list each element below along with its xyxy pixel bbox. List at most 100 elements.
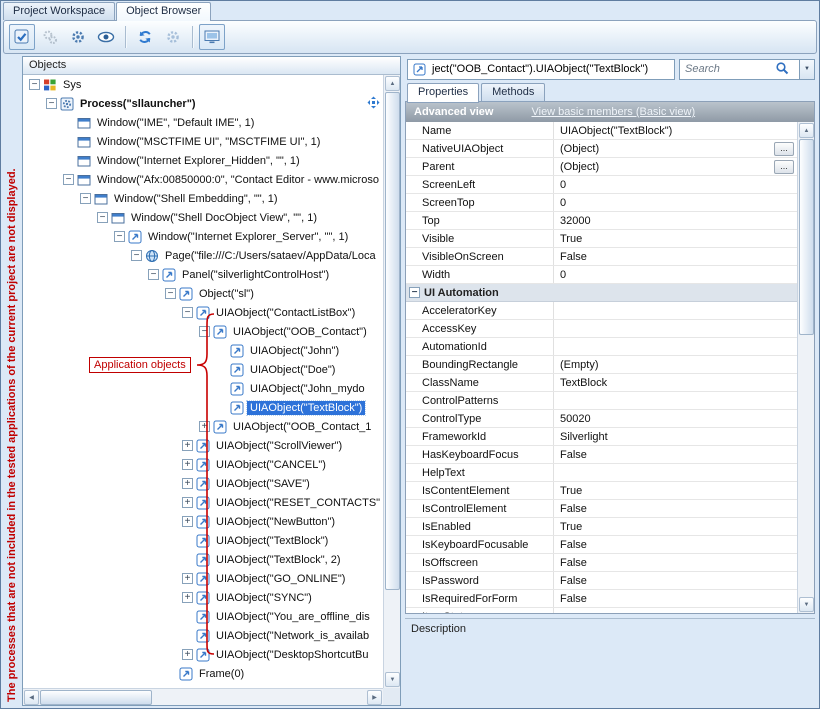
collapse-toggle[interactable]: − <box>182 307 193 318</box>
collapse-toggle[interactable]: − <box>63 174 74 185</box>
tree-horizontal-scrollbar[interactable]: ◀ ▶ <box>23 688 383 705</box>
expand-toggle[interactable]: + <box>182 459 193 470</box>
tab-project-workspace[interactable]: Project Workspace <box>3 2 115 20</box>
tree-node[interactable]: UIAObject("You_are_offline_dis <box>23 607 383 626</box>
refresh-all-button[interactable] <box>132 24 158 50</box>
highlight-object-button[interactable] <box>9 24 35 50</box>
tree-node[interactable]: Window("IME", "Default IME", 1) <box>23 113 383 132</box>
scroll-down-icon[interactable]: ▼ <box>799 597 814 612</box>
property-row[interactable]: ControlPatterns <box>406 392 797 410</box>
tree-node[interactable]: +UIAObject("OOB_Contact_1 <box>23 417 383 436</box>
tree-hscroll-thumb[interactable] <box>40 690 152 705</box>
tree-node[interactable]: +UIAObject("GO_ONLINE") <box>23 569 383 588</box>
tree-node[interactable]: −Sys <box>23 75 383 94</box>
tree-node[interactable]: UIAObject("TextBlock") <box>23 531 383 550</box>
ellipsis-button[interactable]: ... <box>774 142 794 156</box>
expand-toggle[interactable]: + <box>182 649 193 660</box>
property-row[interactable]: NativeUIAObject(Object)... <box>406 140 797 158</box>
collapse-toggle[interactable]: − <box>165 288 176 299</box>
collapse-toggle[interactable]: − <box>114 231 125 242</box>
basic-view-link[interactable]: View basic members (Basic view) <box>531 106 695 118</box>
tree-node[interactable]: −Panel("silverlightControlHost") <box>23 265 383 284</box>
property-row[interactable]: AutomationId <box>406 338 797 356</box>
property-row[interactable]: IsControlElementFalse <box>406 500 797 518</box>
view-object-button[interactable] <box>93 24 119 50</box>
tab-methods[interactable]: Methods <box>481 83 545 102</box>
refresh-process-icon[interactable] <box>367 96 380 112</box>
tree-node[interactable]: −Object("sl") <box>23 284 383 303</box>
property-row[interactable]: AccessKey <box>406 320 797 338</box>
property-row[interactable]: VisibleOnScreenFalse <box>406 248 797 266</box>
property-row[interactable]: ClassNameTextBlock <box>406 374 797 392</box>
property-row[interactable]: IsKeyboardFocusableFalse <box>406 536 797 554</box>
expand-toggle[interactable]: + <box>199 421 210 432</box>
property-row[interactable]: VisibleTrue <box>406 230 797 248</box>
property-row[interactable]: Width0 <box>406 266 797 284</box>
property-row[interactable]: ScreenTop0 <box>406 194 797 212</box>
collapse-toggle[interactable]: − <box>131 250 142 261</box>
tree-node[interactable]: UIAObject("John_mydo <box>23 379 383 398</box>
tree-node[interactable]: +UIAObject("DesktopShortcutBu <box>23 645 383 664</box>
scroll-up-icon[interactable]: ▲ <box>385 76 400 91</box>
expand-toggle[interactable]: + <box>182 516 193 527</box>
ellipsis-button[interactable]: ... <box>774 160 794 174</box>
tree-node[interactable]: UIAObject("TextBlock", 2) <box>23 550 383 569</box>
search-dropdown-button[interactable]: ▼ <box>799 59 815 80</box>
scroll-right-icon[interactable]: ▶ <box>367 690 382 705</box>
tree-node[interactable]: −Window("Shell DocObject View", "", 1) <box>23 208 383 227</box>
tree-node[interactable]: +UIAObject("CANCEL") <box>23 455 383 474</box>
tab-properties[interactable]: Properties <box>407 83 479 103</box>
collapse-toggle[interactable]: − <box>148 269 159 280</box>
expand-toggle[interactable]: + <box>182 573 193 584</box>
collapse-toggle[interactable]: − <box>46 98 57 109</box>
property-row[interactable]: IsEnabledTrue <box>406 518 797 536</box>
property-row[interactable]: HelpText <box>406 464 797 482</box>
tree-node[interactable]: UIAObject("John") <box>23 341 383 360</box>
property-row[interactable]: IsPasswordFalse <box>406 572 797 590</box>
process-options-button[interactable] <box>65 24 91 50</box>
search-icon[interactable] <box>775 61 789 78</box>
property-row[interactable]: BoundingRectangle(Empty) <box>406 356 797 374</box>
property-row[interactable]: Top32000 <box>406 212 797 230</box>
collapse-toggle[interactable]: − <box>29 79 40 90</box>
tree-node[interactable]: UIAObject("Network_is_availab <box>23 626 383 645</box>
tree-vertical-scrollbar[interactable]: ▲ ▼ <box>383 75 400 688</box>
tree-node[interactable]: −Page("file:///C:/Users/sataev/AppData/L… <box>23 246 383 265</box>
tree-node[interactable]: +UIAObject("RESET_CONTACTS" <box>23 493 383 512</box>
expand-toggle[interactable]: + <box>182 440 193 451</box>
tree-node[interactable]: −Window("Shell Embedding", "", 1) <box>23 189 383 208</box>
tree-node[interactable]: −Window("Afx:00850000:0", "Contact Edito… <box>23 170 383 189</box>
search-input[interactable] <box>685 63 775 75</box>
tree-node[interactable]: Window("MSCTFIME UI", "MSCTFIME UI", 1) <box>23 132 383 151</box>
property-row[interactable]: AcceleratorKey <box>406 302 797 320</box>
tree-node[interactable]: −UIAObject("OOB_Contact") <box>23 322 383 341</box>
scroll-down-icon[interactable]: ▼ <box>385 672 400 687</box>
grid-vscroll-thumb[interactable] <box>799 139 814 335</box>
property-row[interactable]: ControlType50020 <box>406 410 797 428</box>
property-row[interactable]: HasKeyboardFocusFalse <box>406 446 797 464</box>
scroll-up-icon[interactable]: ▲ <box>799 123 814 138</box>
property-row[interactable]: FrameworkIdSilverlight <box>406 428 797 446</box>
tree-node[interactable]: +UIAObject("SAVE") <box>23 474 383 493</box>
collapse-toggle[interactable]: − <box>409 287 420 298</box>
property-row[interactable]: Parent(Object)... <box>406 158 797 176</box>
tree-node[interactable]: −Window("Internet Explorer_Server", "", … <box>23 227 383 246</box>
show-panels-button[interactable] <box>199 24 225 50</box>
tree-vscroll-thumb[interactable] <box>385 92 400 590</box>
tree-node[interactable]: Window("Internet Explorer_Hidden", "", 1… <box>23 151 383 170</box>
scroll-left-icon[interactable]: ◀ <box>24 690 39 705</box>
tree-node[interactable]: UIAObject("TextBlock") <box>23 398 383 417</box>
expand-toggle[interactable]: + <box>182 592 193 603</box>
grid-vertical-scrollbar[interactable]: ▲ ▼ <box>797 122 814 613</box>
expand-toggle[interactable]: + <box>182 478 193 489</box>
tree-node[interactable]: +UIAObject("SYNC") <box>23 588 383 607</box>
add-process-button[interactable] <box>37 24 63 50</box>
expand-toggle[interactable]: + <box>182 497 193 508</box>
collapse-toggle[interactable]: − <box>80 193 91 204</box>
property-section-row[interactable]: −UI Automation <box>406 284 797 302</box>
tree-node[interactable]: −Process("sllauncher") <box>23 94 383 113</box>
tree-node[interactable]: UIAObject("Doe") <box>23 360 383 379</box>
tree-node[interactable]: +UIAObject("NewButton") <box>23 512 383 531</box>
object-path-field[interactable]: ject("OOB_Contact").UIAObject("TextBlock… <box>407 59 675 80</box>
property-row[interactable]: IsRequiredForFormFalse <box>406 590 797 608</box>
